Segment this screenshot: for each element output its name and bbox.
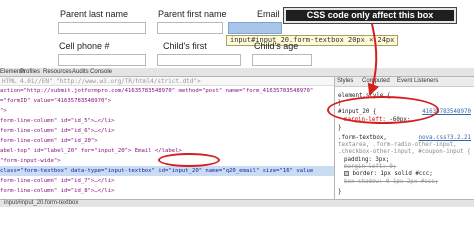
tab-resources[interactable]: Resources [43,69,72,75]
ua-declaration[interactable]: border: 1px solid #ccc; [344,171,433,177]
tab-console[interactable]: Console [90,69,112,75]
annotation-callout: CSS code only affect this box [283,7,457,24]
dom-line-text: form-line-column" id="id_20"> [0,138,98,144]
ua-source-link[interactable]: nova.css?3.2.21 [419,135,471,141]
ua-selector-line: .checkbox-other-input, #coupon-input { [338,149,471,155]
dom-line-text: ="formID" value="41635783548970"> [0,98,112,104]
doctype-line: HTML 4.01//EN" "http://www.w3.org/TR/htm… [0,77,334,86]
label-email: Email [257,9,280,19]
tab-event-listeners[interactable]: Event Listeners [397,78,438,84]
element-size-tooltip: input#input_20.form-textbox 20px × 24px [226,35,399,46]
tab-computed[interactable]: Computed [362,78,390,84]
dom-line[interactable]: ="formID" value="41635783548970"> [0,96,334,106]
parent-last-name-input[interactable] [58,22,146,34]
rule-close-brace: } [338,189,342,195]
dom-line[interactable]: form-line-column" id="id_5">…</li> [0,116,334,126]
dom-line-text: form-line-column" id="id_6">…</li> [0,128,115,134]
label-parent-last-name: Parent last name [60,9,129,19]
annotation-ellipse-dom [158,153,220,167]
dom-line[interactable]: form-line-column" id="id_8">…</li> [0,186,334,196]
tab-styles[interactable]: Styles [337,78,353,84]
dom-line-text: form-line-column" id="id_7">…</li> [0,178,115,184]
form-preview: Parent last name Parent first name Email… [0,0,474,68]
dom-line-text: "form-input-wide"> [0,158,61,164]
devtools-tabbar: Elements Profiles Resources Audits Conso… [0,68,474,77]
dom-line-text: form-line-column" id="id_5">…</li> [0,118,115,124]
label-parent-first-name: Parent first name [158,9,227,19]
dom-line[interactable]: action="http://submit.jotformpro.com/416… [0,86,334,96]
label-cell-phone: Cell phone # [59,41,110,51]
label-childs-age: Child's age [254,41,299,51]
childs-age-input[interactable] [252,54,312,66]
dom-line-text: form-line-column" id="id_8">…</li> [0,188,115,194]
dom-tree: action="http://submit.jotformpro.com/416… [0,86,334,199]
ua-declaration-text: border: 1px solid #ccc; [352,171,433,177]
tab-audits[interactable]: Audits [72,69,89,75]
dom-line-text: action="http://submit.jotformpro.com/416… [0,88,314,94]
dom-line[interactable]: form-line-column" id="id_7">…</li> [0,176,334,186]
node-breadcrumb[interactable]: input#input_20.form-textbox [4,200,78,206]
label-childs-first: Child's first [163,41,207,51]
email-input[interactable] [228,22,282,34]
ua-selector-line: textarea, .form-radio-other-input, [338,142,457,148]
color-swatch-icon[interactable] [344,171,349,176]
styles-pane: Styles Computed Event Listeners element.… [334,77,474,199]
parent-first-name-input[interactable] [157,22,223,34]
styles-tabbar: Styles Computed Event Listeners [335,77,474,87]
dom-line[interactable]: "> [0,106,334,116]
dom-line-text: abel-top" id="label_20" for="input_20"> … [0,148,182,154]
ua-declaration-overridden[interactable]: margin-left: 0; [344,164,396,170]
dom-line[interactable]: form-line-column" id="id_6">…</li> [0,126,334,136]
tab-profiles[interactable]: Profiles [20,69,40,75]
dom-line-text: class="form-textbox" data-type="input-te… [0,168,314,174]
ua-declaration[interactable]: padding: 3px; [344,157,389,163]
dom-line[interactable]: form-line-column" id="id_20"> [0,136,334,146]
dom-line-text: "> [0,108,7,114]
cell-phone-input[interactable] [58,54,146,66]
childs-first-input[interactable] [157,54,241,66]
devtools-panel: Elements Profiles Resources Audits Conso… [0,68,474,207]
ua-selector[interactable]: .form-textbox, [338,135,387,141]
annotation-ellipse-style [327,96,439,124]
ua-declaration-overridden[interactable]: box-shadow: 0 1px 2px #ccc; [344,179,438,185]
devtools-statusbar: input#input_20.form-textbox [0,199,474,207]
rule-close-brace: } [338,125,342,131]
dom-line-selected[interactable]: class="form-textbox" data-type="input-te… [0,166,334,176]
